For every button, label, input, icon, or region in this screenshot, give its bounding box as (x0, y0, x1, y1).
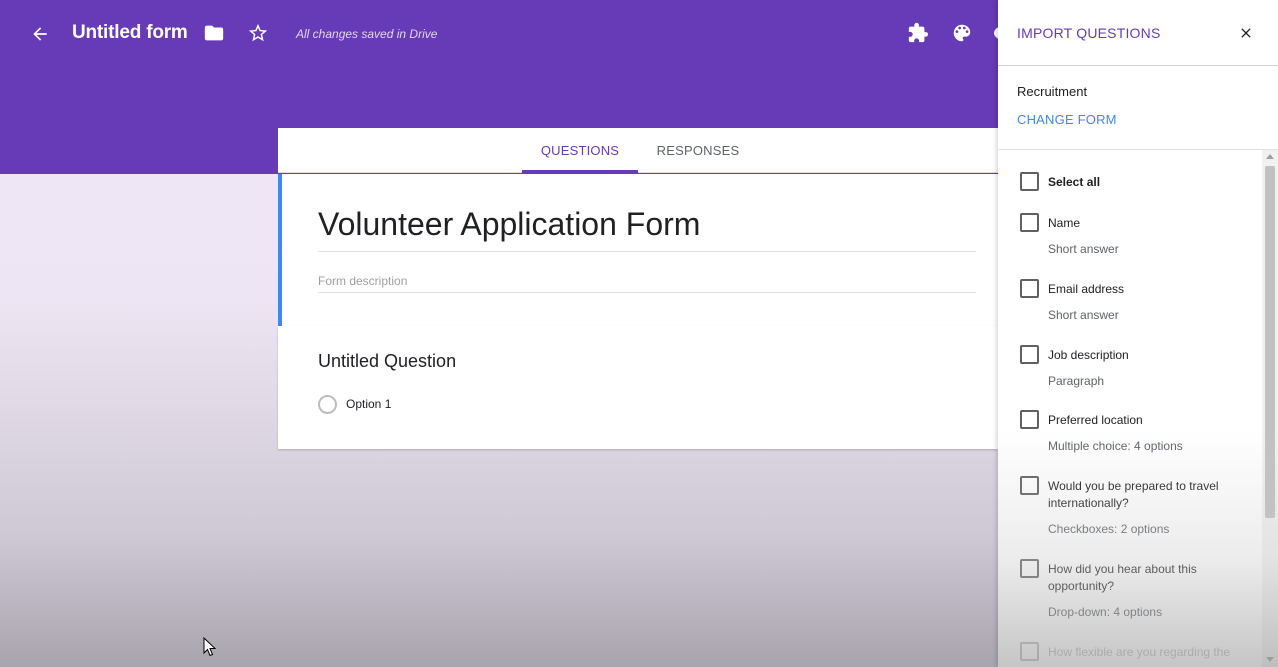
close-icon[interactable] (1235, 22, 1257, 44)
question-name: Would you be prepared to travel internat… (1048, 479, 1219, 510)
form-header-card: Volunteer Application Form Form descript… (278, 174, 998, 326)
question-card[interactable]: Untitled Question Option 1 (278, 326, 998, 449)
option-label[interactable]: Option 1 (346, 397, 391, 411)
save-status: All changes saved in Drive (296, 27, 438, 41)
tabs-bar: QUESTIONS RESPONSES (278, 128, 998, 173)
form-description-input[interactable]: Form description (318, 274, 407, 288)
change-form-button[interactable]: CHANGE FORM (1017, 112, 1117, 127)
question-checkbox[interactable] (1020, 559, 1039, 578)
question-name: Name (1048, 216, 1081, 230)
scroll-thumb[interactable] (1265, 166, 1275, 518)
panel-header: IMPORT QUESTIONS (998, 0, 1278, 66)
question-name: How did you hear about this opportunity? (1048, 562, 1197, 593)
question-name: Job description (1048, 348, 1129, 362)
question-name: Preferred location (1048, 413, 1143, 427)
question-checkbox[interactable] (1020, 213, 1039, 232)
question-type: Short answer (1048, 242, 1119, 256)
import-questions-panel: IMPORT QUESTIONS Recruitment CHANGE FORM… (998, 0, 1278, 667)
star-icon[interactable] (245, 20, 271, 46)
back-arrow-icon[interactable] (26, 20, 54, 48)
question-type: Multiple choice: 4 options (1048, 439, 1183, 453)
form-heading[interactable]: Volunteer Application Form (318, 206, 700, 243)
question-type: Short answer (1048, 308, 1119, 322)
radio-icon (318, 395, 337, 414)
scroll-down-icon[interactable] (1266, 657, 1274, 662)
palette-icon[interactable] (948, 19, 976, 47)
question-checkbox[interactable] (1020, 279, 1039, 298)
form-title[interactable]: Untitled form (72, 22, 188, 44)
question-type: Paragraph (1048, 374, 1105, 388)
tab-questions[interactable]: QUESTIONS (522, 128, 638, 173)
panel-title: IMPORT QUESTIONS (1017, 25, 1161, 41)
heading-divider (318, 251, 976, 252)
import-question-list: Select all Name Short answer Email addre… (998, 150, 1262, 667)
source-form-name: Recruitment (1017, 84, 1088, 99)
question-checkbox[interactable] (1020, 410, 1039, 429)
question-name: How flexible are you regarding the (1048, 645, 1231, 659)
puzzle-icon[interactable] (904, 19, 932, 47)
panel-scrollbar[interactable] (1262, 150, 1278, 667)
mouse-cursor-icon (203, 636, 217, 657)
tab-responses[interactable]: RESPONSES (648, 128, 748, 173)
scroll-up-icon[interactable] (1266, 154, 1274, 159)
question-type: Drop-down: 4 options (1048, 605, 1163, 619)
description-divider (318, 292, 976, 293)
question-checkbox[interactable] (1020, 345, 1039, 364)
select-all-checkbox[interactable] (1020, 172, 1039, 191)
question-checkbox[interactable] (1020, 476, 1039, 495)
active-tab-indicator (522, 170, 638, 173)
question-title[interactable]: Untitled Question (318, 351, 456, 372)
select-all-label: Select all (1048, 175, 1101, 189)
question-type: Checkboxes: 2 options (1048, 522, 1170, 536)
question-checkbox[interactable] (1020, 642, 1039, 661)
question-name: Email address (1048, 282, 1125, 296)
folder-icon[interactable] (201, 20, 227, 46)
